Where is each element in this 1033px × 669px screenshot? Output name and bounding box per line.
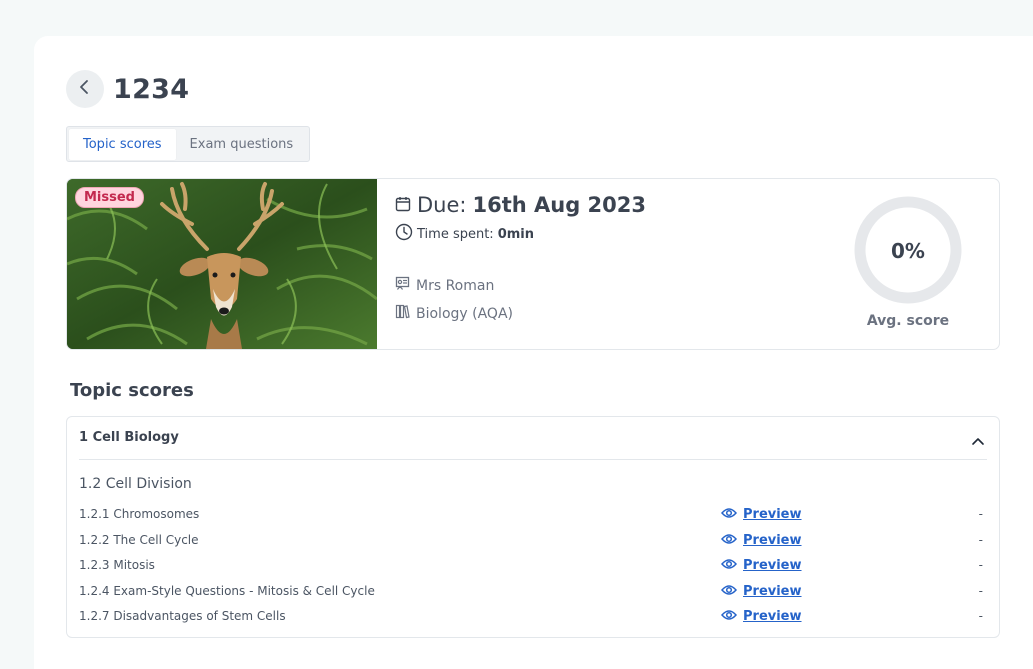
- preview-link[interactable]: Preview: [721, 507, 802, 522]
- topic-score: -: [978, 609, 983, 623]
- preview-link[interactable]: Preview: [721, 558, 802, 573]
- teacher-icon: [395, 276, 410, 295]
- preview-label: Preview: [743, 507, 802, 522]
- tab-bar: Topic scores Exam questions: [66, 126, 311, 162]
- topic-score: -: [978, 507, 983, 521]
- clock-icon: [395, 223, 413, 245]
- chevron-left-icon: [78, 79, 92, 99]
- preview-link[interactable]: Preview: [721, 584, 802, 599]
- topic-score: -: [978, 532, 983, 547]
- table-row: 1.2.7 Disadvantages of Stem Cells Previe…: [79, 605, 987, 631]
- topic-rows: 1.2.1 Chromosomes Preview - 1.2.2 The Ce…: [79, 503, 987, 631]
- page-title: 1234: [113, 73, 190, 105]
- topic-accordion: 1 Cell Biology 1.2 Cell Division 1.2.1 C…: [66, 416, 1000, 638]
- table-row: 1.2.3 Mitosis Preview -: [79, 554, 987, 580]
- avg-score-label: Avg. score: [866, 313, 950, 329]
- avg-score-value: 0%: [891, 239, 925, 263]
- topic-name: 1.2.7 Disadvantages of Stem Cells: [79, 609, 286, 623]
- eye-icon: [721, 507, 737, 522]
- subject-row: Biology (AQA): [395, 304, 646, 323]
- eye-icon: [721, 533, 737, 548]
- topic-name: 1.2.2 The Cell Cycle: [79, 532, 199, 547]
- tab-exam-questions[interactable]: Exam questions: [176, 129, 308, 160]
- status-badge: Missed: [75, 187, 144, 208]
- eye-icon: [721, 584, 737, 599]
- preview-label: Preview: [743, 609, 802, 624]
- page-header: 1234: [66, 70, 189, 108]
- back-button[interactable]: [66, 70, 104, 108]
- due-label: Due:: [417, 193, 467, 217]
- books-icon: [395, 304, 410, 323]
- topic-name: 1.2.1 Chromosomes: [79, 507, 200, 521]
- time-spent-row: Time spent: 0min: [395, 223, 646, 245]
- topic-name: 1.2.4 Exam-Style Questions - Mitosis & C…: [79, 583, 375, 598]
- preview-link[interactable]: Preview: [721, 609, 802, 624]
- topic-score: -: [978, 558, 983, 572]
- calendar-icon: [395, 193, 411, 217]
- time-spent-label: Time spent:: [417, 226, 494, 242]
- due-date: 16th Aug 2023: [472, 193, 647, 217]
- due-date-row: Due: 16th Aug 2023: [395, 193, 646, 217]
- eye-icon: [721, 609, 737, 624]
- table-row: 1.2.2 The Cell Cycle Preview -: [79, 529, 987, 555]
- preview-link[interactable]: Preview: [721, 533, 802, 548]
- eye-icon: [721, 558, 737, 573]
- assignment-cover-image: Missed: [67, 179, 377, 349]
- teacher-row: Mrs Roman: [395, 276, 646, 295]
- accordion-title: 1 Cell Biology: [79, 430, 179, 445]
- assignment-summary-card: Missed Due: 16th Aug 2023 Time spent: 0m…: [66, 178, 1000, 350]
- main-card: 1234 Topic scores Exam questions Missed …: [34, 36, 1033, 669]
- chevron-up-icon[interactable]: [971, 431, 985, 450]
- teacher-name: Mrs Roman: [416, 277, 495, 294]
- assignment-info: Due: 16th Aug 2023 Time spent: 0min Mrs …: [395, 193, 646, 323]
- table-row: 1.2.1 Chromosomes Preview -: [79, 503, 987, 529]
- accordion-header[interactable]: 1 Cell Biology: [79, 417, 987, 460]
- preview-label: Preview: [743, 583, 802, 599]
- preview-label: Preview: [743, 532, 802, 548]
- time-spent-value: 0min: [497, 226, 534, 242]
- preview-label: Preview: [743, 558, 802, 573]
- subtopic-title: 1.2 Cell Division: [79, 476, 192, 492]
- tab-topic-scores[interactable]: Topic scores: [69, 128, 176, 160]
- topic-name: 1.2.3 Mitosis: [79, 558, 155, 572]
- topic-scores-heading: Topic scores: [70, 380, 194, 401]
- table-row: 1.2.4 Exam-Style Questions - Mitosis & C…: [79, 580, 987, 606]
- topic-score: -: [978, 583, 983, 598]
- subject-name: Biology (AQA): [416, 305, 513, 322]
